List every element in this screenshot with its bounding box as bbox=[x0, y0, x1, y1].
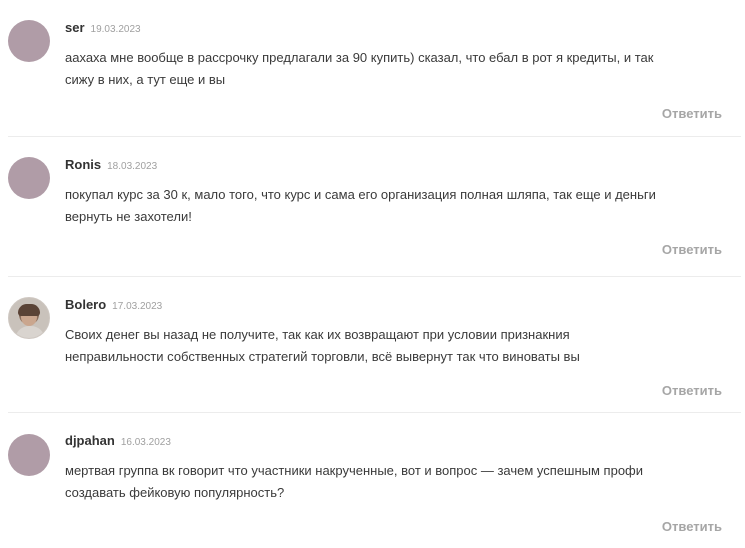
avatar-shirt bbox=[15, 326, 45, 338]
comment-item: Ronis 18.03.2023 покупал курс за 30 к, м… bbox=[0, 137, 745, 277]
comment-text: аахаха мне вообще в рассрочку предлагали… bbox=[65, 50, 654, 87]
avatar-hair bbox=[18, 304, 40, 316]
comment-item: djpahan 16.03.2023 мертвая группа вк гов… bbox=[0, 413, 745, 548]
comment-author[interactable]: Bolero bbox=[65, 297, 106, 312]
user-photo-icon[interactable] bbox=[8, 297, 50, 339]
comment-meta: djpahan 16.03.2023 bbox=[65, 433, 171, 451]
comment-item: ser 19.03.2023 аахаха мне вообще в расср… bbox=[0, 0, 745, 137]
reply-button[interactable]: Ответить bbox=[662, 242, 722, 257]
reply-button[interactable]: Ответить bbox=[662, 519, 722, 534]
comment-date: 19.03.2023 bbox=[90, 24, 141, 35]
comment-text: мертвая группа вк говорит что участники … bbox=[65, 463, 644, 500]
comment-date: 17.03.2023 bbox=[112, 301, 163, 312]
comment-date: 16.03.2023 bbox=[120, 437, 171, 448]
avatar[interactable] bbox=[8, 157, 50, 199]
avatar[interactable] bbox=[8, 434, 50, 476]
reply-button[interactable]: Ответить bbox=[662, 383, 722, 398]
comment-text: Своих денег вы назад не получите, так ка… bbox=[65, 327, 580, 364]
comment-item: Bolero 17.03.2023 Своих денег вы назад н… bbox=[0, 277, 745, 413]
reply-button[interactable]: Ответить bbox=[662, 106, 722, 121]
comment-meta: Ronis 18.03.2023 bbox=[65, 157, 157, 175]
comment-text: покупал курс за 30 к, мало того, что кур… bbox=[65, 187, 656, 224]
avatar[interactable] bbox=[8, 20, 50, 62]
comment-author[interactable]: ser bbox=[65, 20, 85, 35]
comment-date: 18.03.2023 bbox=[107, 161, 158, 172]
comment-author[interactable]: Ronis bbox=[65, 157, 101, 172]
comments-list: ser 19.03.2023 аахаха мне вообще в расср… bbox=[0, 0, 745, 548]
comment-meta: Bolero 17.03.2023 bbox=[65, 297, 162, 315]
comment-meta: ser 19.03.2023 bbox=[65, 20, 141, 38]
comment-author[interactable]: djpahan bbox=[65, 433, 115, 448]
